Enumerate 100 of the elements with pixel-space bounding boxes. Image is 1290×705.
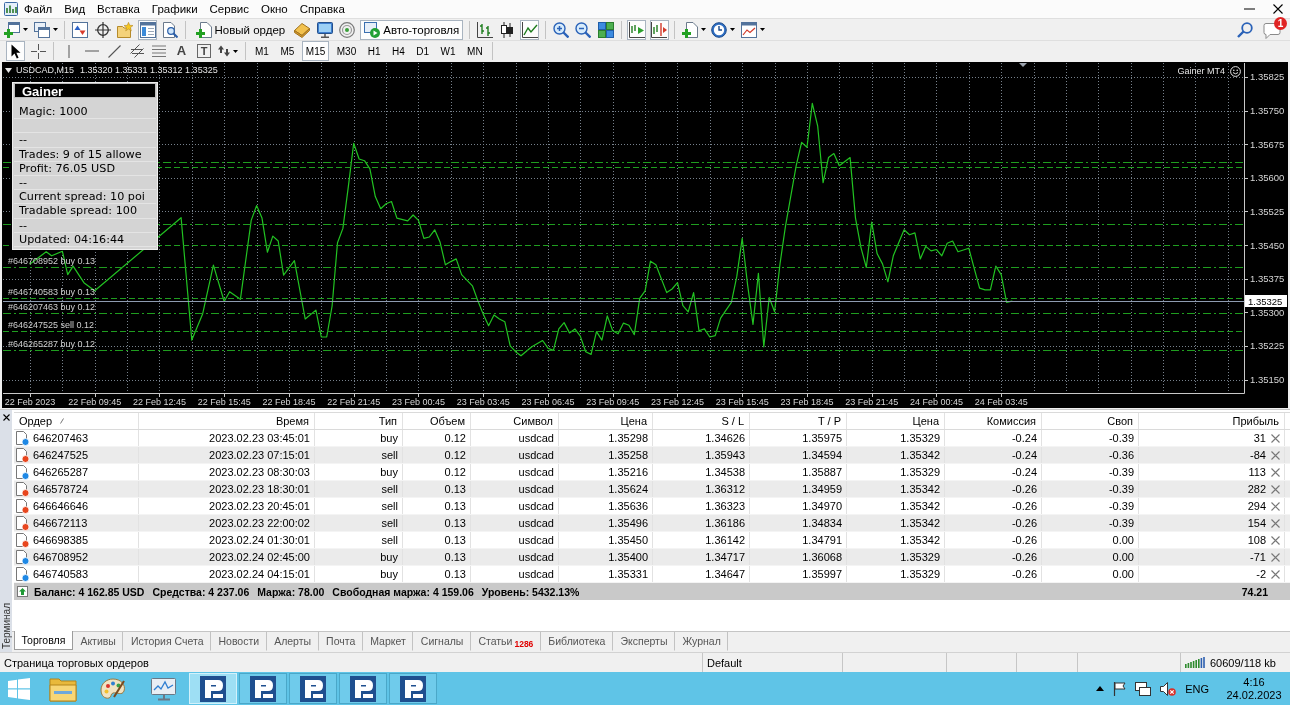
table-cell: 1.35636 bbox=[559, 498, 653, 514]
menu-item[interactable]: Файл bbox=[18, 1, 59, 17]
language-indicator[interactable]: ENG bbox=[1185, 682, 1209, 695]
profile-name: Default bbox=[707, 656, 742, 669]
terminal-tab[interactable]: Сигналы bbox=[413, 632, 471, 651]
timeframe-button[interactable]: H4 bbox=[388, 41, 409, 61]
terminal-tab[interactable]: Журнал bbox=[674, 632, 729, 651]
chart-window-icon bbox=[740, 21, 757, 38]
column-header[interactable]: Объем bbox=[403, 413, 471, 429]
terminal-tab[interactable]: Торговля bbox=[14, 631, 73, 650]
app-logo-icon bbox=[400, 675, 426, 702]
table-cell: 0.13 bbox=[403, 515, 471, 531]
toolbar-button[interactable] bbox=[93, 19, 112, 40]
monitor-icon bbox=[316, 21, 333, 38]
menu-item[interactable]: Вставка bbox=[91, 1, 146, 17]
column-header[interactable]: Комиссия bbox=[945, 413, 1042, 429]
table-cell: 2023.02.24 04:15:01 bbox=[139, 566, 315, 582]
column-header[interactable]: Цена bbox=[847, 413, 945, 429]
toolbar-button[interactable] bbox=[649, 19, 669, 40]
table-cell: 1.35342 bbox=[847, 498, 945, 514]
column-header[interactable]: Своп bbox=[1042, 413, 1139, 429]
menu-item[interactable]: Графики bbox=[145, 1, 204, 17]
terminal-tab[interactable]: Библиотека bbox=[540, 632, 613, 651]
terminal-tab[interactable]: Маркет bbox=[362, 632, 414, 651]
flag-icon[interactable] bbox=[1113, 681, 1127, 696]
close-icon[interactable] bbox=[2, 414, 10, 421]
table-cell: 1.35943 bbox=[653, 447, 750, 463]
toolbar-button[interactable] bbox=[475, 19, 495, 40]
toolbar-button[interactable] bbox=[710, 19, 737, 40]
panel-line: -- bbox=[14, 133, 156, 148]
timeframe-button[interactable]: M1 bbox=[251, 41, 273, 61]
terminal-tab[interactable]: Почта bbox=[318, 632, 363, 651]
column-header[interactable]: Прибыль bbox=[1139, 413, 1285, 429]
caret-up-icon[interactable] bbox=[1096, 686, 1105, 691]
table-cell: 0.00 bbox=[1042, 549, 1139, 565]
taskbar-button[interactable] bbox=[239, 673, 287, 704]
speaker-muted-icon[interactable] bbox=[1160, 681, 1177, 696]
toolbar-button[interactable]: Авто-торговля bbox=[360, 19, 464, 40]
column-header[interactable]: Символ bbox=[471, 413, 559, 429]
panel-window-icon bbox=[139, 21, 156, 38]
timeframe-button[interactable]: MN bbox=[463, 41, 487, 61]
timeframe-button[interactable]: M30 bbox=[332, 41, 361, 61]
column-header[interactable]: Тип bbox=[315, 413, 403, 429]
terminal-tab[interactable]: Эксперты bbox=[612, 632, 675, 651]
terminal-tab[interactable]: Активы bbox=[72, 632, 124, 651]
two-screens-icon[interactable] bbox=[1135, 681, 1152, 696]
toolbar-button[interactable] bbox=[28, 41, 48, 61]
document-plus-icon bbox=[681, 21, 698, 38]
timeframe-button[interactable]: M15 bbox=[301, 41, 330, 61]
toolbar-button[interactable] bbox=[6, 41, 25, 61]
toolbar-button[interactable]: Новый ордер bbox=[191, 19, 290, 40]
column-header[interactable]: S / L bbox=[653, 413, 750, 429]
terminal-tab[interactable]: Алерты bbox=[266, 632, 319, 651]
terminal-tab[interactable]: История Счета bbox=[123, 632, 211, 651]
palette-icon[interactable] bbox=[100, 676, 126, 701]
menu-item[interactable]: Вид bbox=[58, 1, 92, 17]
shift-marker-icon[interactable] bbox=[1019, 63, 1027, 67]
order-label: #646207463 buy 0.12 bbox=[8, 301, 96, 312]
caret-icon bbox=[730, 28, 736, 31]
menu-item[interactable]: Сервис bbox=[203, 1, 255, 17]
toolbar-button[interactable] bbox=[315, 19, 335, 40]
timeframe-button[interactable]: M5 bbox=[276, 41, 299, 61]
taskbar-button[interactable] bbox=[339, 673, 387, 704]
chart-shift-icon bbox=[651, 21, 668, 38]
toolbar-button[interactable] bbox=[627, 19, 647, 40]
chart-quotes: 1.35320 1.35331 1.35312 1.35325 bbox=[80, 65, 218, 75]
trend-line-icon bbox=[107, 44, 121, 58]
table-cell: 1.35975 bbox=[750, 430, 847, 446]
close-icon[interactable] bbox=[1273, 4, 1283, 14]
timeframe-button[interactable]: D1 bbox=[412, 41, 434, 61]
menu-item[interactable]: Справка bbox=[293, 1, 351, 17]
table-cell: 1.34626 bbox=[653, 430, 750, 446]
table-cell: sell bbox=[315, 481, 403, 497]
menu-item[interactable]: Окно bbox=[254, 1, 294, 17]
zoom-out-icon bbox=[575, 21, 592, 38]
search-icon[interactable] bbox=[1237, 21, 1253, 38]
table-cell: usdcad bbox=[471, 549, 559, 565]
toolbar-button[interactable] bbox=[520, 19, 540, 40]
column-header[interactable]: Цена bbox=[559, 413, 653, 429]
terminal-tab[interactable]: Новости bbox=[211, 632, 267, 651]
toolbar-button[interactable]: T bbox=[194, 41, 214, 61]
column-header[interactable]: Время bbox=[139, 413, 315, 429]
ref-line-label: 1.35325 bbox=[1248, 296, 1283, 307]
column-header[interactable]: T / P bbox=[750, 413, 847, 429]
monitor-chart-icon[interactable] bbox=[149, 676, 178, 701]
table-cell: 2023.02.24 01:30:01 bbox=[139, 532, 315, 548]
taskbar-button[interactable] bbox=[389, 673, 437, 704]
time-tick-label: 22 Feb 21:45 bbox=[327, 397, 381, 407]
table-cell: 1.36068 bbox=[750, 549, 847, 565]
price-tick-label: 1.35675 bbox=[1250, 138, 1285, 150]
table-cell: 1.35342 bbox=[847, 447, 945, 463]
caret-icon bbox=[52, 28, 58, 31]
taskbar-button[interactable] bbox=[289, 673, 337, 704]
column-header[interactable]: Ордер bbox=[14, 413, 139, 429]
caret-icon bbox=[233, 49, 238, 53]
toolbar-button[interactable]: A bbox=[172, 41, 191, 61]
toolbar-button[interactable] bbox=[160, 19, 180, 40]
timeframe-button[interactable]: H1 bbox=[363, 41, 385, 61]
timeframe-button[interactable]: W1 bbox=[436, 41, 460, 61]
app-logo-icon bbox=[200, 675, 226, 702]
